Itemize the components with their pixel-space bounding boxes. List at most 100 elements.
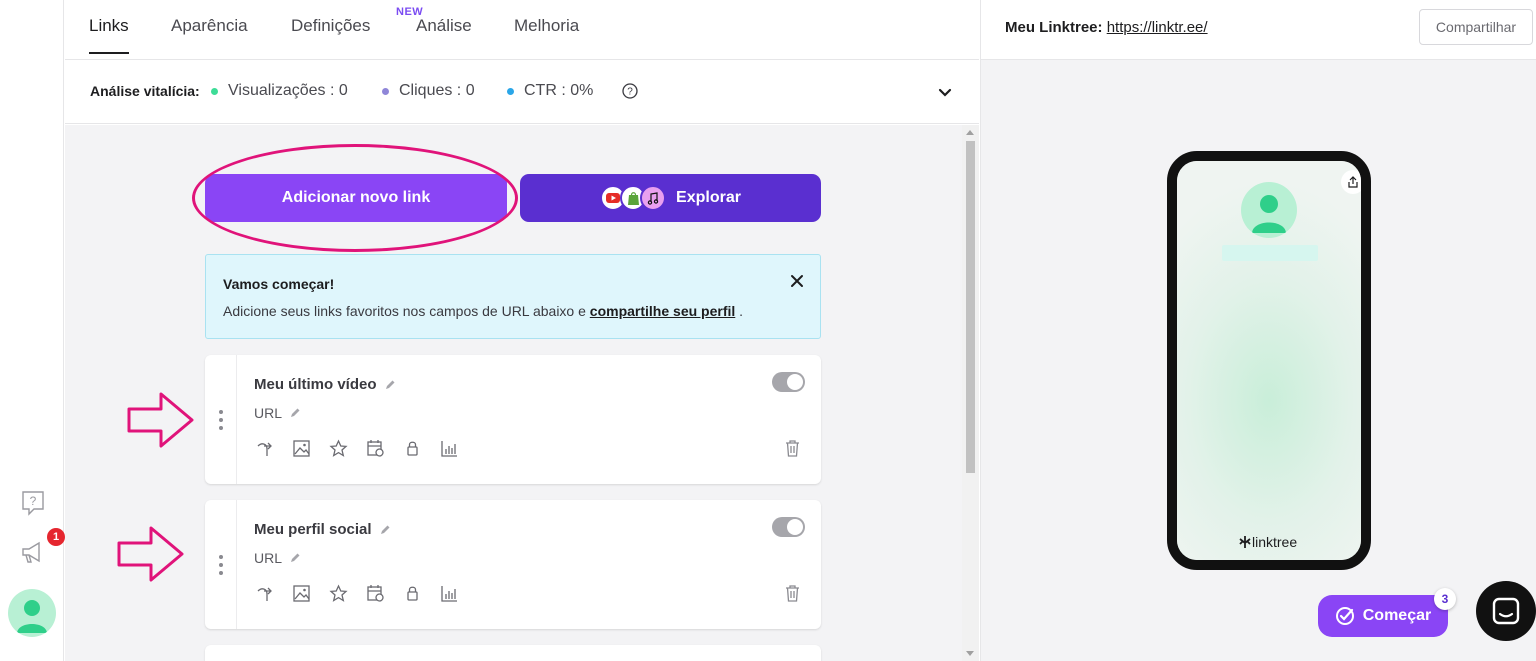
explore-icons [600, 185, 667, 211]
trash-icon[interactable] [783, 439, 802, 458]
ctr-text: CTR : 0% [524, 82, 594, 99]
banner-title: Vamos começar! [223, 276, 335, 292]
pencil-icon[interactable] [289, 552, 301, 564]
start-label: Começar [1362, 607, 1432, 624]
question-icon[interactable]: ? [621, 82, 639, 100]
linktree-logo-icon [1239, 536, 1251, 548]
share-icon[interactable] [1341, 170, 1361, 194]
analytics-bar: Análise vitalícia: Visualizações : 0 Cli… [65, 60, 979, 124]
music-icon [640, 185, 667, 211]
chat-button[interactable] [1476, 581, 1536, 641]
scroll-down-arrow[interactable] [966, 651, 974, 656]
svg-text:?: ? [627, 87, 633, 98]
tab-upgrade[interactable]: Melhoria [514, 16, 579, 52]
link-toggle[interactable] [772, 372, 805, 392]
tab-appearance[interactable]: Aparência [171, 16, 248, 52]
link-card: Meu último vídeo URL [205, 355, 821, 484]
lock-icon[interactable] [403, 584, 422, 603]
chat-icon [1492, 597, 1520, 625]
svg-text:?: ? [30, 494, 37, 508]
link-toggle[interactable] [772, 517, 805, 537]
link-url[interactable]: URL [254, 550, 301, 566]
thumbnail-icon[interactable] [292, 439, 311, 458]
check-circle-icon [1335, 607, 1354, 625]
linktree-url-link[interactable]: https://linktr.ee/ [1107, 19, 1208, 36]
views-text: Visualizações : 0 [228, 82, 348, 99]
share-button[interactable]: Compartilhar [1419, 9, 1533, 45]
clicks-dot [382, 87, 389, 95]
drag-handle[interactable] [205, 355, 237, 484]
drag-handle[interactable] [205, 500, 237, 629]
analytics-label: Análise vitalícia: [90, 83, 200, 99]
close-icon[interactable] [787, 271, 807, 291]
tab-links[interactable]: Links [89, 16, 129, 54]
preview-header: Meu Linktree: https://linktr.ee/ Compart… [981, 0, 1536, 60]
pencil-icon[interactable] [289, 407, 301, 419]
redirect-icon[interactable] [255, 584, 274, 603]
start-count-badge: 3 [1434, 588, 1456, 610]
explore-button[interactable]: Explorar [520, 174, 821, 222]
banner-text-after: . [735, 303, 744, 319]
add-link-button[interactable]: Adicionar novo link [205, 174, 507, 222]
ctr-dot [507, 87, 514, 95]
link-title[interactable]: Meu último vídeo [254, 376, 396, 393]
preview-panel: Meu Linktree: https://linktr.ee/ Compart… [980, 0, 1536, 661]
link-tools [255, 439, 459, 458]
ctr-stat: CTR : 0% [507, 82, 593, 100]
banner-text-before: Adicione seus links favoritos nos campos… [223, 303, 590, 319]
analytics-icon[interactable] [440, 439, 459, 458]
linktree-url-label: Meu Linktree: https://linktr.ee/ [1005, 19, 1208, 36]
phone-preview: linktree [1167, 151, 1371, 570]
clicks-text: Cliques : 0 [399, 82, 475, 99]
lock-icon[interactable] [403, 439, 422, 458]
linktree-logo-text: linktree [1252, 534, 1298, 550]
user-icon [1252, 195, 1286, 233]
links-editor: Adicionar novo link Explorar Vamos começ… [65, 125, 979, 661]
start-button[interactable]: Começar [1318, 595, 1448, 637]
schedule-icon[interactable] [366, 439, 385, 458]
link-title[interactable]: Meu perfil social [254, 521, 391, 538]
clicks-stat: Cliques : 0 [382, 82, 475, 100]
analytics-icon[interactable] [440, 584, 459, 603]
toggle-knob [787, 519, 803, 535]
views-dot [211, 87, 218, 95]
linktree-logo: linktree [1238, 534, 1297, 550]
annotation-arrow [127, 392, 194, 448]
link-card-partial [205, 645, 821, 661]
help-icon[interactable]: ? [20, 490, 46, 516]
tab-settings[interactable]: Definições [291, 16, 370, 52]
notification-badge: 1 [47, 528, 65, 546]
link-card: Meu perfil social URL [205, 500, 821, 629]
profile-avatar [1241, 182, 1297, 238]
profile-name-placeholder [1222, 245, 1318, 261]
main-panel: Links Aparência Definições NEW Análise M… [65, 0, 979, 661]
link-url[interactable]: URL [254, 405, 301, 421]
pencil-icon[interactable] [379, 524, 391, 536]
getting-started-banner: Vamos começar! Adicione seus links favor… [205, 254, 821, 339]
annotation-arrow [117, 526, 184, 582]
megaphone-icon[interactable] [19, 540, 47, 566]
left-rail: ? 1 [0, 0, 65, 661]
scrollbar[interactable] [962, 125, 979, 661]
explore-label: Explorar [676, 189, 741, 206]
scroll-thumb[interactable] [966, 141, 975, 473]
user-icon [17, 600, 47, 633]
trash-icon[interactable] [783, 584, 802, 603]
share-profile-link[interactable]: compartilhe seu perfil [590, 303, 735, 319]
chevron-down-icon[interactable] [937, 84, 953, 100]
pencil-icon[interactable] [384, 379, 396, 391]
link-url-text: URL [254, 405, 283, 421]
scroll-up-arrow[interactable] [966, 130, 974, 135]
avatar[interactable] [8, 589, 56, 637]
link-title-text: Meu último vídeo [254, 376, 377, 393]
banner-text: Adicione seus links favoritos nos campos… [223, 303, 743, 319]
preview-label-text: Meu Linktree: [1005, 19, 1103, 36]
views-stat: Visualizações : 0 [211, 82, 348, 100]
thumbnail-icon[interactable] [292, 584, 311, 603]
star-icon[interactable] [329, 584, 348, 603]
schedule-icon[interactable] [366, 584, 385, 603]
redirect-icon[interactable] [255, 439, 274, 458]
tab-analytics[interactable]: Análise [416, 16, 472, 52]
toggle-knob [787, 374, 803, 390]
star-icon[interactable] [329, 439, 348, 458]
